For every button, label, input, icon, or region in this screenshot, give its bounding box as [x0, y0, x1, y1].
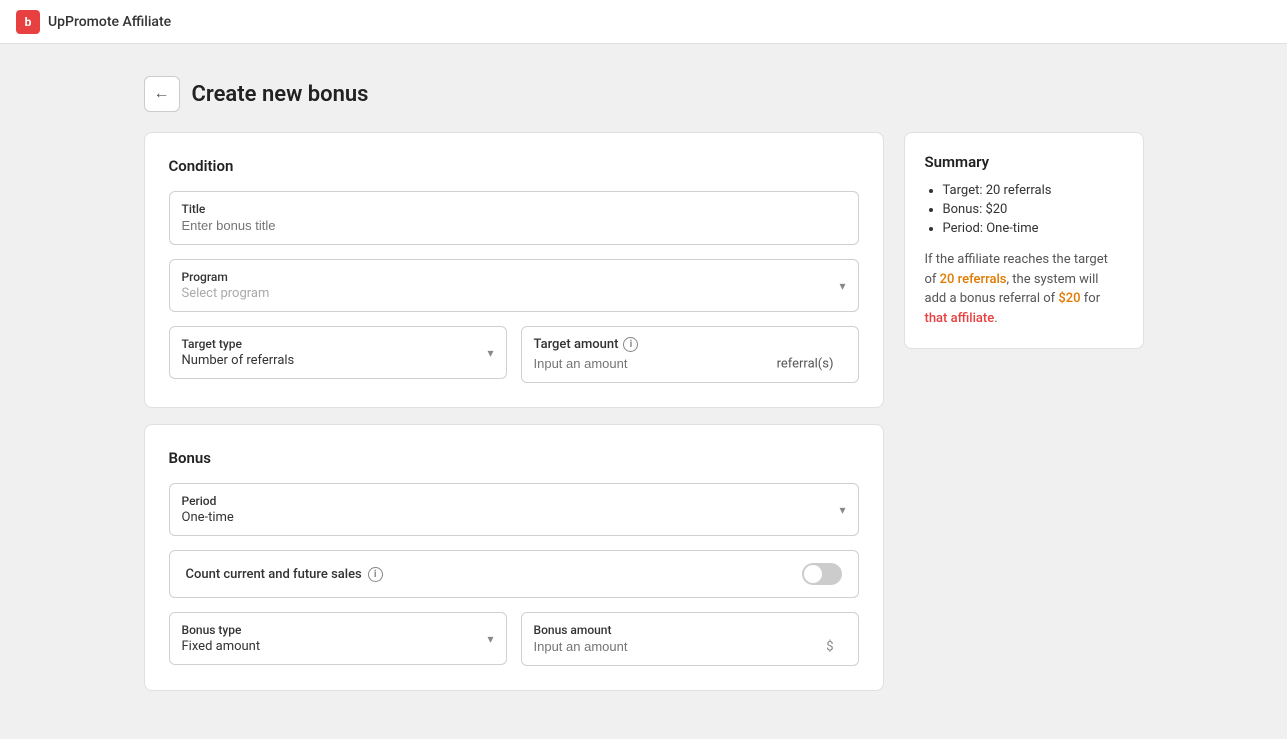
summary-card: Summary Target: 20 referrals Bonus: $20 … — [904, 132, 1144, 349]
bonus-amount-box: Bonus amount $ — [521, 612, 859, 666]
summary-list: Target: 20 referrals Bonus: $20 Period: … — [925, 183, 1123, 236]
summary-desc-text3: for — [1081, 291, 1101, 306]
topbar: b UpPromote Affiliate — [0, 0, 1287, 44]
bonus-amount-label: Bonus amount — [534, 623, 846, 637]
summary-desc-affiliate: that affiliate — [925, 311, 995, 326]
target-amount-box: Target amount i referral(s) — [521, 326, 859, 383]
summary-description: If the affiliate reaches the target of 2… — [925, 250, 1123, 328]
summary-desc-period: . — [994, 311, 997, 326]
target-type-box: Target type Number of referrals ▾ Number… — [169, 326, 507, 379]
form-area: ← Create new bonus Condition Title Progr… — [144, 76, 884, 707]
count-sales-label: Count current and future sales i — [186, 567, 383, 582]
count-sales-text: Count current and future sales — [186, 567, 362, 582]
back-button[interactable]: ← — [144, 76, 180, 112]
summary-title: Summary — [925, 153, 1123, 171]
bonus-card: Bonus Period One-time ▾ One-time — [144, 424, 884, 691]
app-logo: b — [16, 10, 40, 34]
summary-desc-amount: $20 — [1058, 291, 1080, 306]
target-amount-input-wrapper: referral(s) — [534, 356, 846, 372]
count-sales-row: Count current and future sales i — [169, 550, 859, 598]
program-field-group: Program Select program ▾ Select program — [169, 259, 859, 312]
target-amount-col: Target amount i referral(s) — [521, 326, 859, 383]
summary-item-2: Bonus: $20 — [943, 202, 1123, 217]
bonus-amount-suffix: $ — [826, 640, 833, 655]
target-amount-info-icon[interactable]: i — [623, 337, 638, 352]
period-field-group: Period One-time ▾ One-time — [169, 483, 859, 536]
target-amount-input[interactable] — [534, 356, 766, 371]
target-type-col: Target type Number of referrals ▾ Number… — [169, 326, 507, 383]
target-row: Target type Number of referrals ▾ Number… — [169, 326, 859, 383]
title-label: Title — [182, 202, 846, 216]
bonus-amount-input-wrapper: $ — [534, 639, 846, 655]
bonus-amount-input[interactable] — [534, 639, 826, 654]
main-area: ← Create new bonus Condition Title Progr… — [144, 76, 1144, 707]
summary-item-1: Target: 20 referrals — [943, 183, 1123, 198]
condition-card: Condition Title Program Select program ▾ — [144, 132, 884, 408]
page-content: ← Create new bonus Condition Title Progr… — [0, 44, 1287, 739]
period-field-box: Period One-time ▾ One-time — [169, 483, 859, 536]
title-input[interactable] — [182, 218, 846, 233]
target-amount-suffix: referral(s) — [777, 357, 834, 372]
target-amount-label: Target amount — [534, 337, 619, 352]
count-sales-toggle[interactable] — [802, 563, 842, 585]
page-header: ← Create new bonus — [144, 76, 884, 112]
title-field-box: Title — [169, 191, 859, 245]
app-name: UpPromote Affiliate — [48, 14, 171, 30]
bonus-card-title: Bonus — [169, 449, 859, 467]
bonus-type-col: Bonus type Fixed amount ▾ Fixed amount — [169, 612, 507, 666]
bonus-row: Bonus type Fixed amount ▾ Fixed amount — [169, 612, 859, 666]
summary-desc-referrals: 20 referrals — [940, 272, 1007, 287]
page-title: Create new bonus — [192, 82, 369, 107]
condition-card-title: Condition — [169, 157, 859, 175]
count-sales-info-icon[interactable]: i — [368, 567, 383, 582]
title-field-group: Title — [169, 191, 859, 245]
target-amount-label-row: Target amount i — [534, 337, 846, 352]
summary-item-3: Period: One-time — [943, 221, 1123, 236]
summary-panel: Summary Target: 20 referrals Bonus: $20 … — [904, 132, 1144, 349]
bonus-type-box: Bonus type Fixed amount ▾ Fixed amount — [169, 612, 507, 665]
program-field-box: Program Select program ▾ Select program — [169, 259, 859, 312]
bonus-amount-col: Bonus amount $ — [521, 612, 859, 666]
